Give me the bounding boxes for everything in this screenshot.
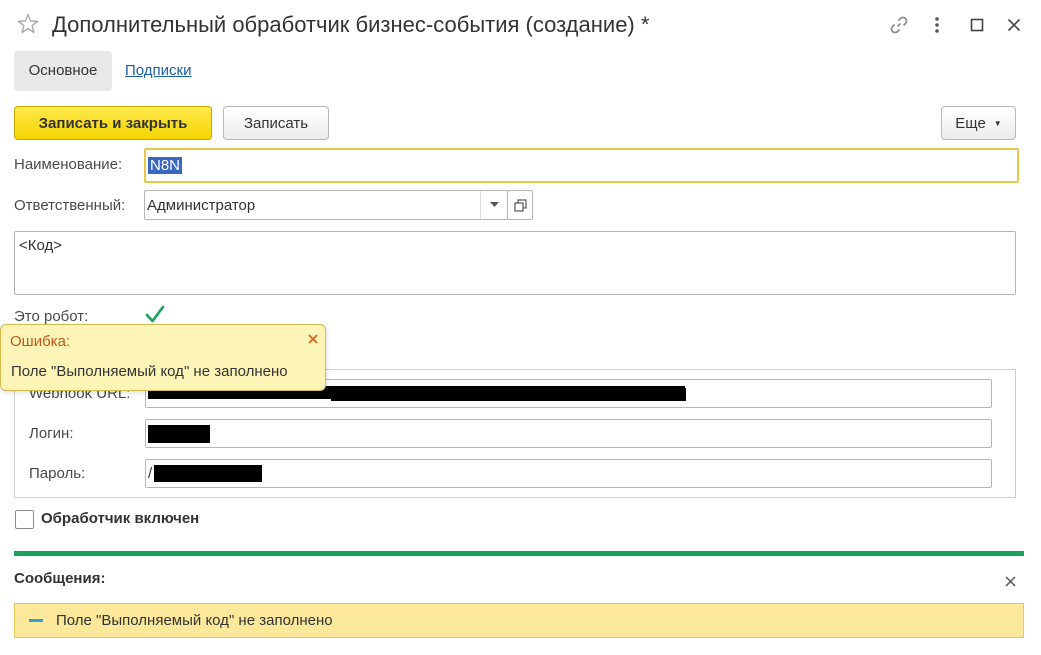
error-title: Ошибка:	[10, 333, 71, 350]
close-icon[interactable]	[1000, 571, 1020, 591]
more-vertical-icon[interactable]	[926, 14, 948, 36]
tab-main[interactable]: Основное	[14, 51, 112, 91]
message-text: Поле "Выполняемый код" не заполнено	[56, 612, 333, 629]
enabled-label: Обработчик включен	[41, 510, 200, 527]
close-icon[interactable]	[304, 330, 322, 348]
redacted-block	[331, 388, 686, 401]
more-button[interactable]: Еще ▼	[941, 106, 1016, 140]
open-icon[interactable]	[507, 190, 533, 220]
message-item[interactable]: Поле "Выполняемый код" не заполнено	[14, 603, 1024, 638]
close-icon[interactable]	[1003, 14, 1025, 36]
title-bar: Дополнительный обработчик бизнес-события…	[0, 0, 1041, 52]
name-input[interactable]: N8N	[144, 148, 1019, 183]
redacted-block	[154, 465, 262, 482]
more-button-label: Еще	[955, 114, 986, 132]
save-and-close-button[interactable]: Записать и закрыть	[14, 106, 212, 140]
password-prefix: /	[148, 465, 153, 482]
login-label: Логин:	[29, 425, 74, 442]
password-input[interactable]: /	[145, 459, 992, 488]
code-textarea[interactable]: <Код>	[14, 231, 1016, 295]
responsible-label: Ответственный:	[14, 197, 126, 214]
link-icon[interactable]	[888, 14, 910, 36]
dropdown-arrow-icon[interactable]	[480, 191, 507, 219]
favorite-star-icon[interactable]	[16, 12, 40, 36]
robot-label: Это робот:	[14, 308, 89, 325]
responsible-input[interactable]: Администратор	[144, 190, 508, 220]
robot-checkbox[interactable]	[145, 305, 165, 325]
responsible-value: Администратор	[147, 196, 256, 214]
tab-subscriptions[interactable]: Подписки	[125, 51, 192, 91]
save-button[interactable]: Записать	[223, 106, 329, 140]
messages-divider	[14, 551, 1024, 556]
chevron-down-icon: ▼	[993, 118, 1002, 128]
redacted-block	[671, 393, 686, 397]
name-label: Наименование:	[14, 156, 123, 173]
redacted-block	[148, 425, 210, 443]
error-text: Поле "Выполняемый код" не заполнено	[11, 363, 288, 380]
error-tooltip: Ошибка: Поле "Выполняемый код" не заполн…	[0, 324, 326, 391]
window-title: Дополнительный обработчик бизнес-события…	[52, 12, 650, 37]
password-label: Пароль:	[29, 465, 86, 482]
messages-title: Сообщения:	[14, 570, 106, 587]
enabled-checkbox[interactable]	[15, 510, 34, 529]
dash-icon	[29, 619, 43, 622]
login-input[interactable]	[145, 419, 992, 448]
maximize-icon[interactable]	[966, 14, 988, 36]
name-value: N8N	[148, 157, 183, 174]
